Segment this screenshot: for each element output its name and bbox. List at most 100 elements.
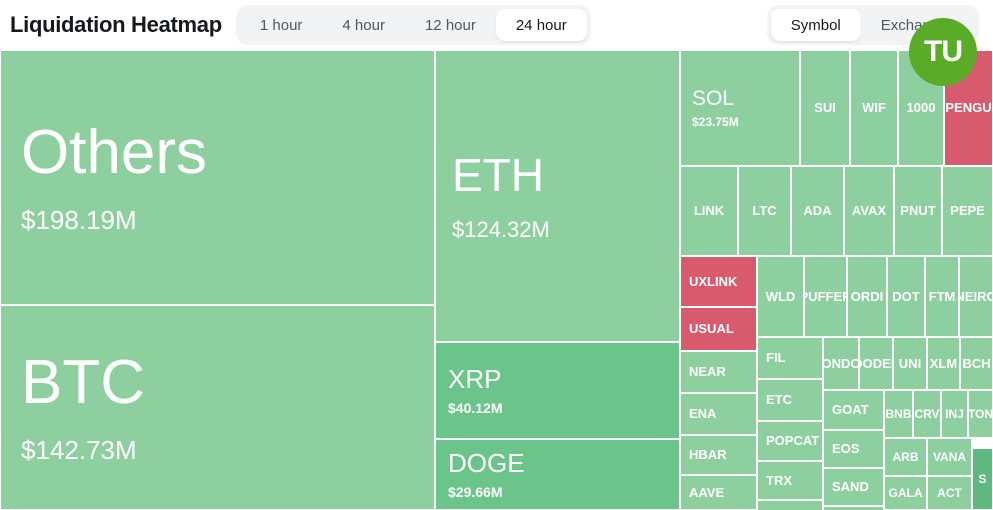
treemap-tile[interactable]: UNI [893,337,927,390]
treemap-tile[interactable]: ACT [927,476,972,510]
treemap-tile[interactable]: WLD [757,256,804,337]
tile-symbol: EOS [832,441,860,457]
tab-4-hour[interactable]: 4 hour [322,9,405,41]
tile-symbol: FTM [928,288,956,304]
tile-symbol: PEPE [950,203,985,219]
tile-symbol: TRX [766,472,792,488]
tile-value: $198.19M [21,205,137,236]
treemap-tile[interactable]: UXLINK [680,256,757,307]
tile-symbol: ADA [803,203,832,219]
treemap-tile[interactable]: USUAL [680,307,757,351]
tile-symbol: ACT [937,485,962,500]
treemap-tile[interactable]: XLM [927,337,960,390]
treemap-tile[interactable]: ARB [884,438,927,476]
tab-24-hour[interactable]: 24 hour [495,9,587,41]
tile-symbol: ARB [892,449,919,464]
tile-symbol: FIL [766,350,786,366]
tile-symbol: ORDI [850,288,884,304]
tu-logo-text: TU [924,35,963,68]
tile-symbol: ETC [766,392,792,408]
treemap-tile[interactable]: INJ [941,390,968,438]
treemap-tile[interactable]: AAVE [680,475,757,510]
tile-symbol: SUI [814,100,836,116]
tile-symbol: LTC [752,203,777,219]
treemap-tile[interactable]: ONDO [823,337,859,390]
tile-symbol: UXLINK [689,273,738,289]
tile-symbol: BNB [885,406,912,421]
treemap-tile[interactable]: BCH [960,337,993,390]
tile-symbol: ONDO [823,355,859,371]
treemap-tile[interactable]: POPCAT [757,421,823,461]
treemap-tile[interactable]: PUFFER [804,256,847,337]
tile-symbol: NEIRO [960,288,992,304]
treemap-tile[interactable]: S [972,448,993,510]
treemap-tile[interactable]: ENA [680,393,757,435]
tile-symbol: PNUT [900,203,936,219]
tile-symbol: PUFFER [805,288,846,304]
tab-symbol[interactable]: Symbol [770,9,861,41]
treemap-tile[interactable]: SUI [800,50,850,166]
treemap-tile[interactable]: CRV [913,390,941,438]
tile-symbol: GOAT [832,402,869,418]
treemap-tile[interactable]: GOAT [823,390,884,430]
treemap-tile[interactable]: DOT [887,256,925,337]
tab-1-hour[interactable]: 1 hour [240,9,323,41]
treemap-tile[interactable]: VANA [927,438,972,476]
tile-symbol: SOL [692,86,735,110]
treemap-tile[interactable]: ADA [791,166,844,256]
treemap-tile[interactable]: Others $198.19M [0,50,435,305]
treemap-tile[interactable]: DOGE $29.66M [435,439,680,510]
tile-symbol: POPCAT [766,433,820,449]
tile-symbol: BCH [962,355,991,371]
tile-symbol: ENA [689,406,717,422]
tile-symbol: GALA [888,485,923,500]
tile-symbol: HBAR [689,447,727,463]
treemap-tile[interactable]: APT [757,500,823,510]
tile-symbol: XRP [448,363,502,394]
liquidation-treemap: Others $198.19M BTC $142.73M ETH $124.32M XRP $… [0,50,993,510]
treemap-tile[interactable]: PEPE [942,166,993,256]
treemap-tile[interactable]: NEIRO [959,256,993,337]
treemap-tile[interactable]: BTC $142.73M [0,305,435,510]
tile-symbol: SAND [832,479,869,495]
treemap-tile[interactable]: PNUT [894,166,942,256]
treemap-tile[interactable]: WIF [850,50,898,166]
treemap-tile[interactable]: FIL [757,337,823,379]
tile-symbol: AAVE [689,484,725,500]
tile-value: $29.66M [448,483,503,500]
treemap-tile[interactable]: TRX [757,461,823,500]
tile-symbol: WIF [862,100,886,116]
treemap-tile[interactable]: ETH $124.32M [435,50,680,342]
tile-symbol: UNI [898,355,922,371]
treemap-tile[interactable]: XRP $40.12M [435,342,680,439]
timeframe-tabs: 1 hour 4 hour 12 hour 24 hour [235,5,591,45]
treemap-tile[interactable]: LTC [738,166,791,256]
treemap-tile[interactable]: GALA [884,476,927,510]
page-header: Liquidation Heatmap 1 hour 4 hour 12 hour 2… [0,0,993,86]
treemap-tile[interactable]: LINK [680,166,738,256]
tile-symbol: ETH [452,149,544,202]
tile-symbol: BTC [21,348,145,418]
page-title: Liquidation Heatmap [10,12,222,37]
tu-logo-icon: TU [909,18,977,86]
tab-12-hour[interactable]: 12 hour [405,9,496,41]
tile-value: $142.73M [21,435,137,466]
tile-symbol: DOT [892,288,920,304]
tile-symbol: 1000 [906,100,936,116]
treemap-tile[interactable]: ETC [757,379,823,421]
treemap-tile[interactable]: NEAR [680,351,757,393]
treemap-tile[interactable]: SAND [823,468,884,506]
treemap-tile[interactable]: SOL $23.75M [680,50,800,166]
treemap-tile[interactable]: TON [968,390,993,438]
treemap-tile[interactable]: FTM [925,256,959,337]
treemap-tile[interactable]: BNB [884,390,913,438]
treemap-tile[interactable]: MOODENG [859,337,893,390]
treemap-tile[interactable]: HBAR [680,435,757,475]
treemap-tile[interactable]: AVAX [844,166,894,256]
treemap-tile[interactable]: TIA [823,506,884,510]
tile-value: $124.32M [452,216,550,242]
treemap-tile[interactable]: ORDI [847,256,887,337]
treemap-tile[interactable]: EOS [823,430,884,468]
tile-symbol: AVAX [851,203,887,219]
tile-value: $40.12M [448,399,503,416]
